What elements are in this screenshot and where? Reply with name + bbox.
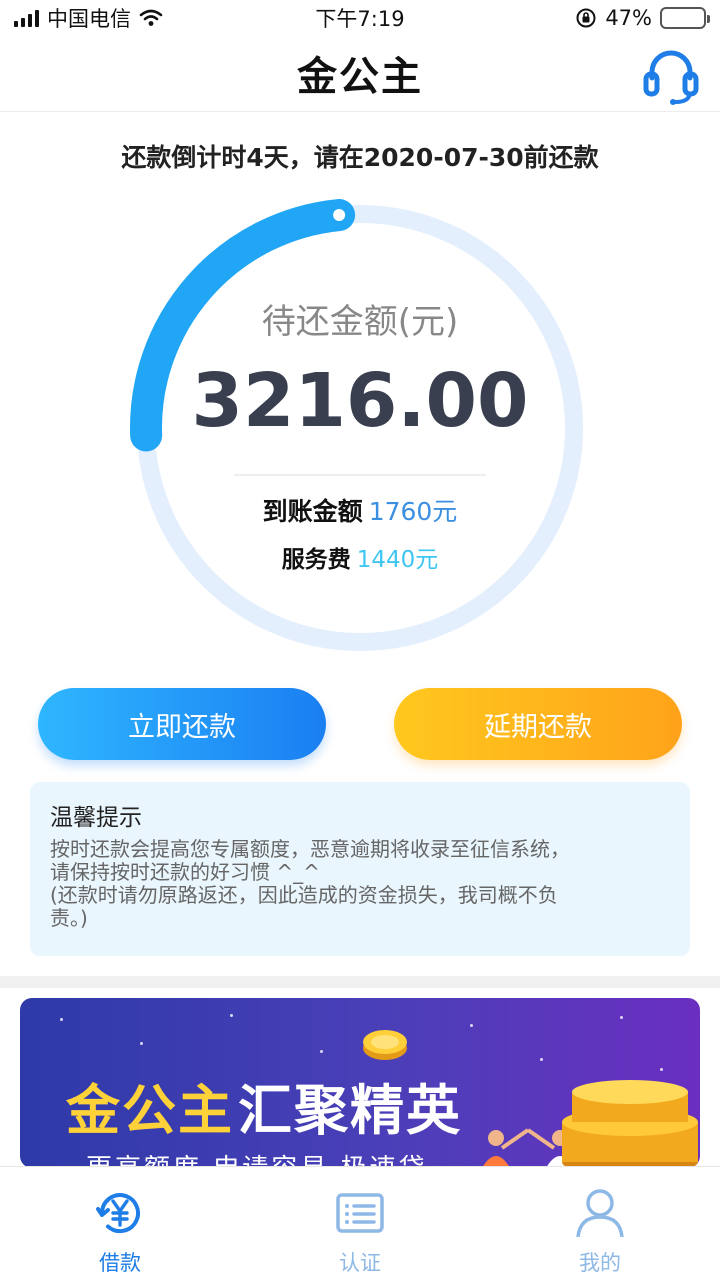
fee-label: 服务费 — [281, 547, 351, 573]
yen-refresh-icon — [96, 1193, 140, 1234]
tab-verify-label: 认证 — [339, 1251, 381, 1275]
fee-value: 1440元 — [356, 547, 439, 573]
tips-line: (还款时请勿原路返还，因此造成的资金损失，我司概不负 — [50, 883, 558, 907]
coin-stack-illustration — [562, 1080, 698, 1168]
tips-box: 温馨提示 按时还款会提高您专属额度，恶意逾期将收录至征信系统， 请保持按时还款的… — [30, 782, 690, 956]
status-bar: 中国电信 下午7:19 47% — [0, 0, 720, 36]
pending-amount: 3216.00 — [191, 358, 529, 444]
page-title: 金公主 — [297, 54, 423, 100]
banner-slogan: 汇聚精英 — [238, 1079, 462, 1142]
tips-line: 责。) — [50, 906, 88, 930]
promo-banner[interactable]: 金公主 汇聚精英 更高额度 申请容易 极速贷 — [20, 998, 700, 1168]
received-row: 到账金额 1760元 — [128, 492, 592, 528]
tips-text: 按时还款会提高您专属额度，恶意逾期将收录至征信系统， 请保持按时还款的好习惯 ^… — [50, 838, 670, 930]
tab-mine[interactable]: 我的 — [480, 1167, 720, 1280]
banner-brand: 金公主 — [66, 1079, 234, 1142]
tips-line: 请保持按时还款的好习惯 ^_^ — [50, 860, 320, 884]
battery-icon — [660, 7, 710, 29]
received-label: 到账金额 — [262, 497, 363, 526]
pending-amount-label: 待还金额(元) — [261, 302, 459, 342]
extend-repayment-button[interactable]: 延期还款 — [394, 688, 682, 760]
tab-loan-label: 借款 — [99, 1251, 141, 1275]
fee-row: 服务费 1440元 — [128, 540, 592, 574]
tab-mine-label: 我的 — [579, 1251, 621, 1275]
received-value: 1760元 — [368, 497, 458, 526]
status-time: 下午7:19 — [315, 7, 405, 31]
ring-content: 待还金额(元) 3216.00 到账金额 1760元 服务费 1440元 — [128, 196, 592, 660]
section-divider — [0, 976, 720, 988]
bottom-tab-bar: 借款 认证 我的 — [0, 1166, 720, 1280]
user-icon — [576, 1189, 624, 1238]
tab-loan[interactable]: 借款 — [0, 1167, 240, 1280]
nav-header: 金公主 — [0, 36, 720, 112]
coin-icon — [363, 1030, 407, 1060]
countdown-notice: 还款倒计时4天，请在2020-07-30前还款 — [121, 143, 599, 172]
tips-line: 按时还款会提高您专属额度，恶意逾期将收录至征信系统， — [50, 837, 570, 861]
tab-verify[interactable]: 认证 — [240, 1167, 480, 1280]
repay-now-button[interactable]: 立即还款 — [38, 688, 326, 760]
ring-divider — [234, 474, 486, 476]
repayment-ring: 待还金额(元) 3216.00 到账金额 1760元 服务费 1440元 — [128, 196, 592, 660]
tips-title: 温馨提示 — [50, 805, 142, 831]
id-card-icon — [336, 1193, 384, 1233]
headset-icon[interactable] — [640, 44, 702, 106]
banner-subtitle: 更高额度 申请容易 极速贷 — [86, 1148, 428, 1168]
